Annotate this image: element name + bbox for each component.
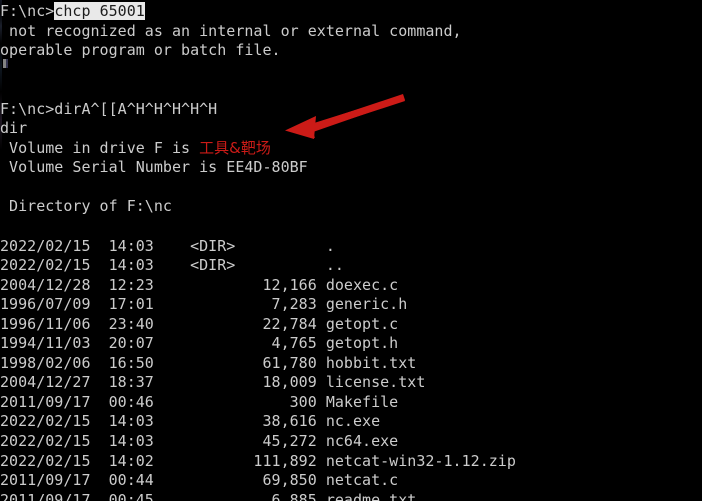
terminal-window[interactable]: F:\nc>chcp 65001 not recognized as an in… bbox=[0, 0, 702, 501]
console-line-entry-dotdot: 2022/02/15 14:03 <DIR> .. bbox=[0, 256, 344, 275]
console-line-artifact bbox=[0, 61, 702, 81]
console-line-blank-2 bbox=[0, 178, 702, 198]
console-line-entry-dot: 2022/02/15 14:03 <DIR> . bbox=[0, 236, 335, 255]
shell-prompt: F:\nc> bbox=[0, 2, 55, 20]
console-line-entry-hobbit: 1998/02/06 16:50 61,780 hobbit.txt bbox=[0, 353, 417, 372]
console-line-blank-1 bbox=[0, 80, 702, 100]
console-glyph-artifact-secondary bbox=[6, 59, 8, 68]
console-line-echo-dir: dir bbox=[0, 119, 28, 138]
console-line-entry-netcat-zip: 2022/02/15 14:02 111,892 netcat-win32-1.… bbox=[0, 451, 516, 470]
console-output[interactable]: F:\nc>chcp 65001 not recognized as an in… bbox=[0, 2, 702, 501]
console-line-error-2: operable program or batch file. bbox=[0, 41, 281, 60]
console-line-error-1: not recognized as an internal or externa… bbox=[0, 21, 462, 40]
console-line-entry-license: 2004/12/27 18:37 18,009 license.txt bbox=[0, 373, 426, 392]
console-line-directory-of: Directory of F:\nc bbox=[0, 197, 172, 216]
console-line-entry-nc64-exe: 2022/02/15 14:03 45,272 nc64.exe bbox=[0, 432, 399, 451]
volume-label-value: 工具&靶场 bbox=[199, 138, 271, 157]
console-line-entry-makefile: 2011/09/17 00:46 300 Makefile bbox=[0, 392, 399, 411]
console-line-blank-3 bbox=[0, 217, 702, 237]
console-line-prompt-dir: F:\nc>dirA^[[A^H^H^H^H^H bbox=[0, 99, 218, 118]
console-line-entry-readme: 2011/09/17 00:45 6,885 readme.txt bbox=[0, 490, 417, 501]
console-line-entry-generic: 1996/07/09 17:01 7,283 generic.h bbox=[0, 295, 408, 314]
console-line-entry-nc-exe: 2022/02/15 14:03 38,616 nc.exe bbox=[0, 412, 381, 431]
console-line-entry-netcat-c: 2011/09/17 00:44 69,850 netcat.c bbox=[0, 471, 399, 490]
console-line-entry-getopt-c: 1996/11/06 23:40 22,784 getopt.c bbox=[0, 314, 399, 333]
console-line-prompt-chcp: F:\nc>chcp 65001 bbox=[0, 2, 702, 22]
console-line-entry-doexec: 2004/12/28 12:23 12,166 doexec.c bbox=[0, 275, 399, 294]
console-line-volume-label: Volume in drive F is 工具&靶场 bbox=[0, 139, 702, 159]
console-line-volume-serial: Volume Serial Number is EE4D-80BF bbox=[0, 158, 308, 177]
console-line-entry-getopt-h: 1994/11/03 20:07 4,765 getopt.h bbox=[0, 334, 399, 353]
volume-label-prefix: Volume in drive F is bbox=[0, 138, 200, 157]
selected-command-text[interactable]: chcp 65001 bbox=[54, 2, 145, 20]
